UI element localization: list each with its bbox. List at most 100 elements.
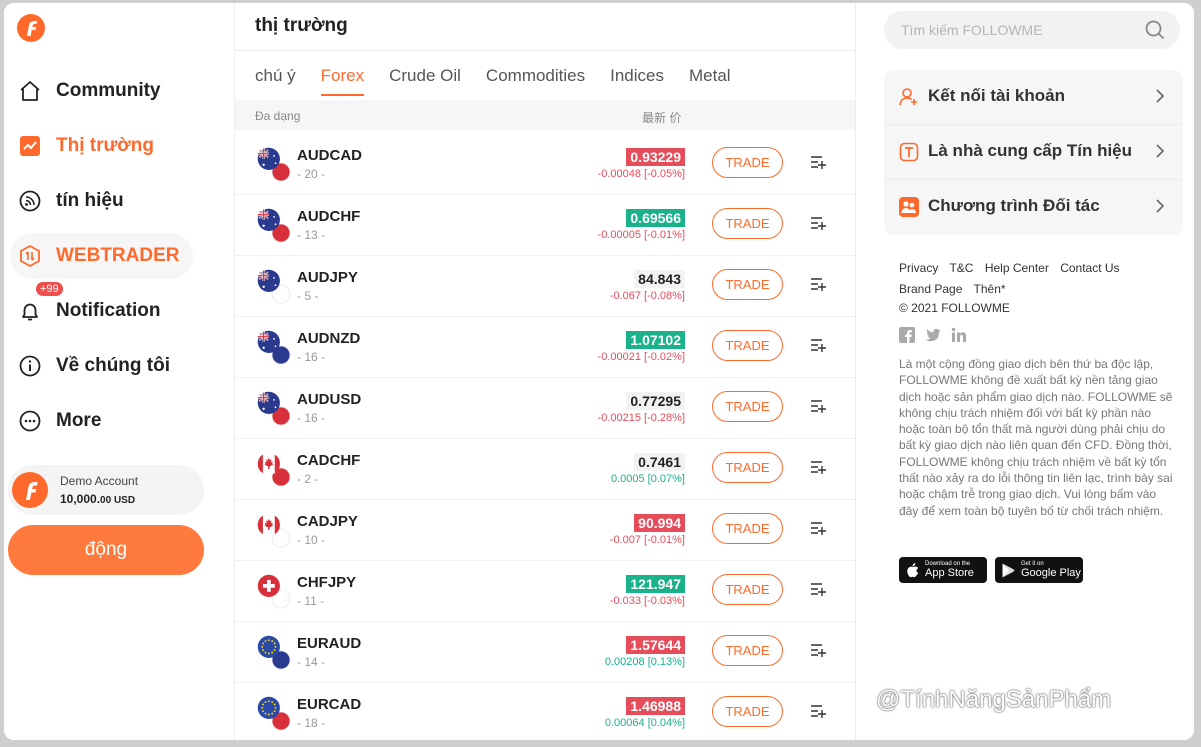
add-to-list-icon[interactable] — [810, 215, 826, 231]
user-add-icon — [899, 87, 919, 107]
trade-button[interactable]: TRADE — [712, 330, 783, 361]
search-input[interactable]: Tìm kiếm FOLLOWME — [901, 22, 1043, 38]
chevron-right-icon — [1155, 144, 1165, 158]
demo-account-balance: 10,000.00 USD — [60, 492, 136, 506]
app-store-button[interactable]: Download on the App Store — [899, 557, 987, 583]
tab-metal[interactable]: Metal — [689, 66, 731, 96]
partners-icon — [899, 197, 919, 217]
add-to-list-icon[interactable] — [810, 398, 826, 414]
sidebar-item-label: Community — [56, 80, 161, 101]
sidebar-item-label: Thị trường — [56, 135, 154, 156]
chevron-right-icon — [1155, 89, 1165, 103]
price-change: -0.00021 [-0.02%] — [597, 351, 685, 363]
link-privacy[interactable]: Privacy — [899, 261, 938, 275]
link-label: Là nhà cung cấp Tín hiệu — [928, 141, 1133, 160]
sidebar-item-webtrader[interactable]: WEBTRADER — [10, 233, 193, 279]
linkedin-icon[interactable] — [951, 327, 967, 343]
sidebar-item-market[interactable]: Thị trường — [10, 123, 193, 169]
link-more[interactable]: Thên* — [974, 282, 1006, 296]
search-bar[interactable]: Tìm kiếm FOLLOWME — [884, 11, 1180, 49]
trade-button[interactable]: TRADE — [712, 635, 783, 666]
price-change: 0.0005 [0.07%] — [610, 473, 685, 485]
home-icon — [18, 79, 42, 103]
footer-links: Privacy T&C Help Center Contact Us Brand… — [899, 258, 1159, 300]
column-header-symbol[interactable]: Đa dạng — [255, 109, 300, 123]
trade-button[interactable]: TRADE — [712, 147, 783, 178]
sidebar-item-label: WEBTRADER — [56, 245, 180, 266]
table-row[interactable]: AUDUSD - 16 - 0.77295 -0.00215 [-0.28%] TRAD… — [235, 377, 855, 439]
price-change: -0.00215 [-0.28%] — [597, 412, 685, 424]
trade-button[interactable]: TRADE — [712, 269, 783, 300]
tab-commodities[interactable]: Commodities — [486, 66, 585, 96]
link-signal-provider[interactable]: Là nhà cung cấp Tín hiệu — [884, 125, 1183, 180]
currency-flag-icon — [257, 452, 291, 487]
table-row[interactable]: EURCAD - 18 - 1.46988 0.00064 [0.04%] TRADE — [235, 682, 855, 740]
trade-button[interactable]: TRADE — [712, 574, 783, 605]
column-header-price[interactable]: 最新 价 — [642, 109, 681, 126]
sidebar-item-signals[interactable]: tín hiệu — [10, 178, 193, 224]
table-row[interactable]: CADJPY - 10 - 90.994 -0.007 [-0.01%] TRADE — [235, 499, 855, 561]
currency-flag-icon — [257, 330, 291, 365]
facebook-icon[interactable] — [899, 327, 915, 343]
link-label: Kết nối tài khoản — [928, 86, 1065, 105]
latest-price: 0.93229 — [626, 148, 685, 166]
price-change: -0.067 [-0.08%] — [609, 290, 685, 302]
add-to-list-icon[interactable] — [810, 581, 826, 597]
sidebar-item-notification[interactable]: +99 Notification — [10, 282, 193, 334]
activate-button[interactable]: động — [8, 525, 204, 575]
follower-count: - 16 - — [297, 350, 326, 364]
trade-button[interactable]: TRADE — [712, 452, 783, 483]
symbol-name: CADCHF — [297, 452, 361, 469]
add-to-list-icon[interactable] — [810, 337, 826, 353]
trade-button[interactable]: TRADE — [712, 208, 783, 239]
app-store-label: App Store — [925, 567, 974, 579]
table-row[interactable]: AUDJPY - 5 - 84.843 -0.067 [-0.08%] TRADE — [235, 255, 855, 317]
tab-watchlist[interactable]: chú ý — [255, 66, 296, 96]
table-row[interactable]: EURAUD - 14 - 1.57644 0.00208 [0.13%] TRADE — [235, 621, 855, 683]
sidebar-item-more[interactable]: More — [10, 398, 193, 444]
signal-provider-icon — [899, 142, 919, 162]
add-to-list-icon[interactable] — [810, 459, 826, 475]
add-to-list-icon[interactable] — [810, 642, 826, 658]
follower-count: - 20 - — [297, 167, 326, 181]
twitter-icon[interactable] — [925, 327, 941, 343]
table-row[interactable]: CHFJPY - 11 - 121.947 -0.033 [-0.03%] TRADE — [235, 560, 855, 622]
link-terms[interactable]: T&C — [949, 261, 973, 275]
follower-count: - 18 - — [297, 716, 326, 730]
symbol-name: AUDUSD — [297, 391, 362, 408]
google-play-button[interactable]: Get it on Google Play — [995, 557, 1083, 583]
add-to-list-icon[interactable] — [810, 520, 826, 536]
add-to-list-icon[interactable] — [810, 276, 826, 292]
trade-button[interactable]: TRADE — [712, 513, 783, 544]
link-brand-page[interactable]: Brand Page — [899, 282, 962, 296]
add-to-list-icon[interactable] — [810, 703, 826, 719]
search-icon[interactable] — [1145, 20, 1165, 40]
sidebar-item-about[interactable]: Về chúng tôi — [10, 343, 193, 389]
sidebar-item-community[interactable]: Community — [10, 68, 193, 114]
google-play-label: Google Play — [1021, 567, 1081, 579]
sidebar: Community Thị trường tín hiệu WEBTRADER — [4, 3, 234, 740]
table-row[interactable]: AUDNZD - 16 - 1.07102 -0.00021 [-0.02%] TRAD… — [235, 316, 855, 378]
link-contact-us[interactable]: Contact Us — [1060, 261, 1119, 275]
table-row[interactable]: AUDCAD - 20 - 0.93229 -0.00048 [-0.05%] TRAD… — [235, 133, 855, 195]
sidebar-item-label: tín hiệu — [56, 190, 124, 211]
follower-count: - 13 - — [297, 228, 326, 242]
link-connect-account[interactable]: Kết nối tài khoản — [884, 70, 1183, 125]
trade-button[interactable]: TRADE — [712, 391, 783, 422]
link-help-center[interactable]: Help Center — [985, 261, 1049, 275]
symbol-name: AUDNZD — [297, 330, 361, 347]
trade-button[interactable]: TRADE — [712, 696, 783, 727]
table-row[interactable]: CADCHF - 2 - 0.7461 0.0005 [0.07%] TRADE — [235, 438, 855, 500]
followme-logo[interactable] — [16, 13, 46, 43]
webtrader-icon — [18, 244, 42, 268]
table-row[interactable]: AUDCHF - 13 - 0.69566 -0.00005 [-0.01%] TRAD… — [235, 194, 855, 256]
tab-crude-oil[interactable]: Crude Oil — [389, 66, 461, 96]
tab-forex[interactable]: Forex — [320, 66, 365, 96]
demo-account-card[interactable]: Demo Account 10,000.00 USD — [8, 465, 204, 515]
link-partner-program[interactable]: Chương trình Đối tác — [884, 180, 1183, 234]
add-to-list-icon[interactable] — [810, 154, 826, 170]
symbol-name: AUDCAD — [297, 147, 362, 164]
tab-indices[interactable]: Indices — [610, 66, 664, 96]
currency-flag-icon — [257, 391, 291, 426]
price-change: 0.00208 [0.13%] — [604, 656, 685, 668]
